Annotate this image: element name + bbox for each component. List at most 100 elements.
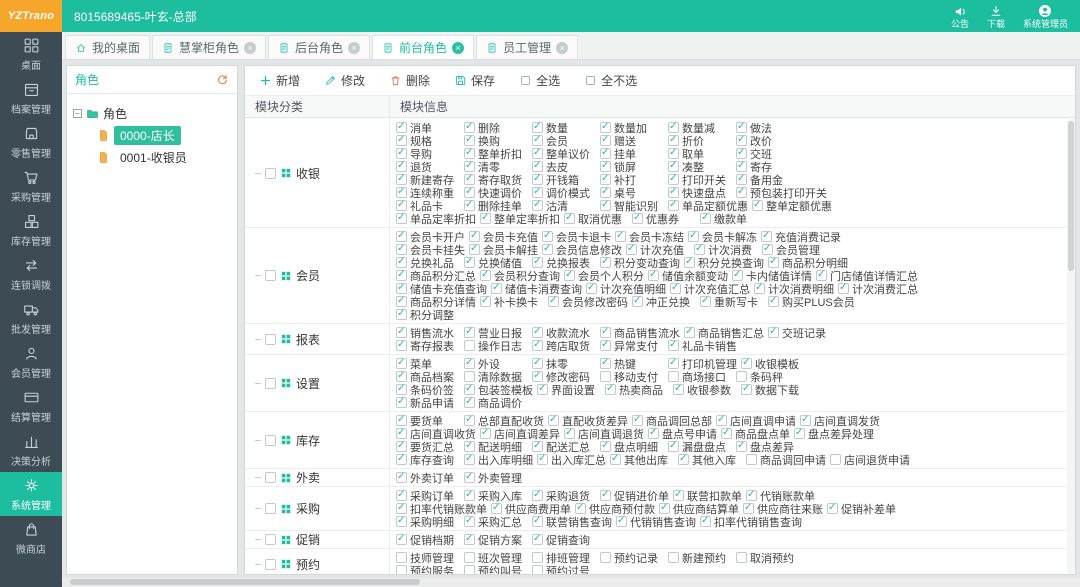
- checkbox-icon[interactable]: [480, 296, 491, 307]
- permission-checkbox-item[interactable]: 店间退货申请: [830, 452, 910, 468]
- sidebar-item-bag[interactable]: 微商店: [0, 516, 62, 560]
- checkbox-icon[interactable]: [768, 296, 779, 307]
- checkbox-icon[interactable]: [396, 148, 407, 159]
- sidebar-item-desktop[interactable]: 桌面: [0, 32, 62, 76]
- permission-checkbox-item[interactable]: 联营销售查询: [532, 514, 612, 530]
- module-checkbox[interactable]: [265, 559, 276, 570]
- checkbox-icon[interactable]: [532, 371, 543, 382]
- checkbox-icon[interactable]: [396, 552, 407, 563]
- permission-checkbox-item[interactable]: 整单定额优惠: [752, 198, 832, 214]
- module-checkbox[interactable]: [265, 503, 276, 514]
- sidebar-item-shop[interactable]: 零售管理: [0, 120, 62, 164]
- checkbox-icon[interactable]: [464, 358, 475, 369]
- checkbox-icon[interactable]: [616, 516, 627, 527]
- checkbox-icon[interactable]: [768, 327, 779, 338]
- module-checkbox[interactable]: [265, 168, 276, 179]
- sidebar-item-member[interactable]: 会员管理: [0, 340, 62, 384]
- checkbox-icon[interactable]: [564, 213, 575, 224]
- checkbox-icon[interactable]: [632, 415, 643, 426]
- checkbox-icon[interactable]: [648, 270, 659, 281]
- checkbox-icon[interactable]: [532, 174, 543, 185]
- permission-checkbox-item[interactable]: 新建预约: [668, 550, 732, 566]
- checkbox-icon[interactable]: [464, 415, 475, 426]
- sidebar-item-gear[interactable]: 系统管理: [0, 472, 62, 516]
- permission-checkbox-item[interactable]: 扣率代销销售查询: [700, 514, 802, 530]
- checkbox-icon[interactable]: [600, 122, 611, 133]
- checkbox-icon[interactable]: [480, 428, 491, 439]
- checkbox-icon[interactable]: [564, 270, 575, 281]
- permission-checkbox-item[interactable]: 整单定率折扣: [480, 211, 560, 227]
- permission-checkbox-item[interactable]: 冲正兑换: [632, 294, 696, 310]
- checkbox-icon[interactable]: [532, 358, 543, 369]
- checkbox-icon[interactable]: [464, 490, 475, 501]
- checkbox-icon[interactable]: [532, 135, 543, 146]
- checkbox-icon[interactable]: [700, 213, 711, 224]
- checkbox-icon[interactable]: [548, 415, 559, 426]
- checkbox-icon[interactable]: [668, 122, 679, 133]
- checkbox-icon[interactable]: [396, 397, 407, 408]
- checkbox-icon[interactable]: [464, 371, 475, 382]
- checkbox-icon[interactable]: [396, 384, 407, 395]
- checkbox-icon[interactable]: [668, 161, 679, 172]
- permission-checkbox-item[interactable]: 促销档期: [396, 532, 460, 548]
- checkbox-icon[interactable]: [684, 327, 695, 338]
- permission-checkbox-item[interactable]: 积分调整: [396, 307, 460, 323]
- checkbox-icon[interactable]: [600, 340, 611, 351]
- permission-checkbox-item[interactable]: 优惠券: [632, 211, 696, 227]
- checkbox-icon[interactable]: [532, 441, 543, 452]
- tab-close-icon[interactable]: ×: [244, 42, 256, 54]
- vertical-scrollbar[interactable]: [1067, 119, 1075, 574]
- checkbox-icon[interactable]: [668, 187, 679, 198]
- checkbox-icon[interactable]: [396, 358, 407, 369]
- checkbox-icon[interactable]: [736, 135, 747, 146]
- checkbox-icon[interactable]: [716, 415, 727, 426]
- checkbox-icon[interactable]: [668, 340, 679, 351]
- checkbox-icon[interactable]: [732, 270, 743, 281]
- checkbox-icon[interactable]: [754, 283, 765, 294]
- checkbox-icon[interactable]: [537, 384, 548, 395]
- permission-checkbox-item[interactable]: 盘点差异处理: [794, 426, 874, 442]
- tab-后台角色[interactable]: 后台角色×: [268, 35, 370, 59]
- permission-checkbox-item[interactable]: 操作日志: [464, 338, 528, 354]
- sidebar-item-boxes[interactable]: 库存管理: [0, 208, 62, 252]
- checkbox-icon[interactable]: [694, 244, 705, 255]
- checkbox-icon[interactable]: [736, 148, 747, 159]
- checkbox-icon[interactable]: [648, 428, 659, 439]
- checkbox-icon[interactable]: [464, 384, 475, 395]
- checkbox-icon[interactable]: [532, 257, 543, 268]
- checkbox-icon[interactable]: [464, 340, 475, 351]
- permission-checkbox-item[interactable]: 单品定率折扣: [396, 211, 476, 227]
- module-checkbox[interactable]: [265, 435, 276, 446]
- checkbox-icon[interactable]: [532, 187, 543, 198]
- checkbox-icon[interactable]: [600, 552, 611, 563]
- module-checkbox[interactable]: [265, 472, 276, 483]
- permission-checkbox-item[interactable]: 采购明细: [396, 514, 460, 530]
- permission-checkbox-item[interactable]: 取消优惠: [564, 211, 628, 227]
- checkbox-icon[interactable]: [605, 384, 616, 395]
- permission-checkbox-item[interactable]: 商品调回申请: [746, 452, 826, 468]
- checkbox-icon[interactable]: [800, 415, 811, 426]
- permission-checkbox-item[interactable]: 促销方案: [464, 532, 528, 548]
- checkbox-icon[interactable]: [464, 135, 475, 146]
- vertical-scrollbar-thumb[interactable]: [1068, 121, 1074, 271]
- permission-checkbox-item[interactable]: 促销查询: [532, 532, 596, 548]
- checkbox-icon[interactable]: [396, 257, 407, 268]
- checkbox-icon[interactable]: [396, 516, 407, 527]
- checkbox-icon[interactable]: [794, 428, 805, 439]
- tab-我的桌面[interactable]: 我的桌面: [65, 35, 150, 59]
- plus-button[interactable]: 新增: [259, 72, 300, 89]
- checkbox-icon[interactable]: [600, 161, 611, 172]
- checkbox-icon[interactable]: [396, 200, 407, 211]
- role-tree-item[interactable]: 0000-店长: [97, 124, 231, 146]
- checkbox-icon[interactable]: [532, 490, 543, 501]
- permission-checkbox-item[interactable]: 热卖商品: [605, 382, 669, 398]
- checkbox-icon[interactable]: [464, 534, 475, 545]
- checkbox-icon[interactable]: [746, 490, 757, 501]
- checkbox-icon[interactable]: [396, 270, 407, 281]
- checkbox-icon[interactable]: [396, 309, 407, 320]
- checkbox-icon[interactable]: [830, 454, 841, 465]
- checkbox-icon[interactable]: [396, 340, 407, 351]
- module-checkbox[interactable]: [265, 534, 276, 545]
- checkbox-icon[interactable]: [532, 327, 543, 338]
- permission-checkbox-item[interactable]: 购买PLUS会员: [768, 294, 855, 310]
